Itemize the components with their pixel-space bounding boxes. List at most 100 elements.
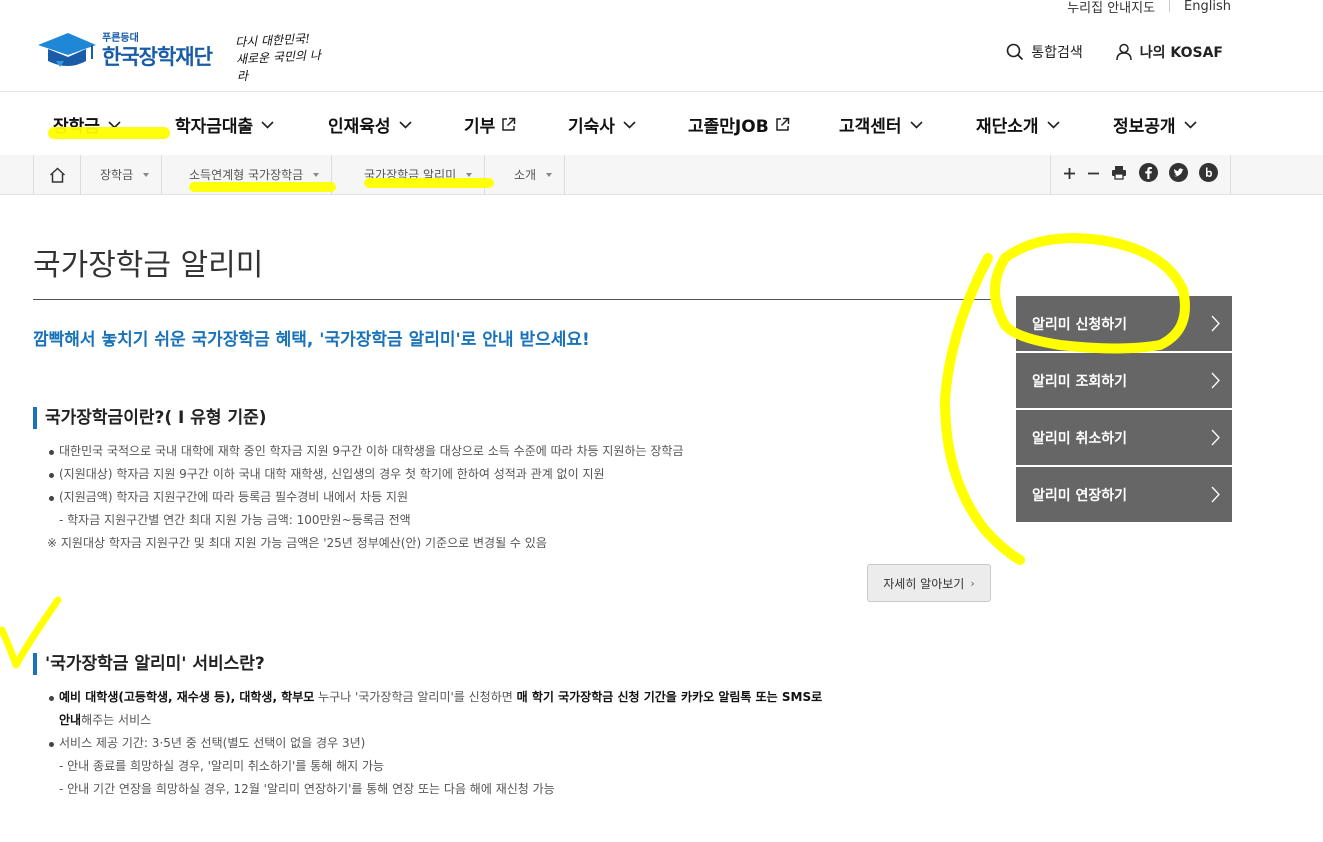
chevron-down-icon [261,120,274,129]
chevron-down-icon [909,120,923,129]
gnb-customer-center[interactable]: 고객센터 [839,112,923,137]
chevron-right-icon [1211,429,1220,446]
section-heading-what-is: 국가장학금이란?( I 유형 기준) [33,407,267,429]
home-button[interactable] [33,155,81,194]
breadcrumb-item-scholarship[interactable]: 장학금 [100,155,163,194]
text: 해주는 서비스 [81,713,152,727]
gnb-donation[interactable]: 기부 [464,112,516,137]
home-icon [49,166,65,183]
main-navigation: 장학금 학자금대출 인재육성 기부 기숙사 고졸만JOB 고객센터 재단소개 정… [0,91,1323,156]
list-subitem: - 안내 기간 연장을 희망하실 경우, 12월 '알리미 연장하기'를 통해 … [59,782,555,796]
caret-down-icon [143,172,150,177]
bold-text: 예비 대학생(고등학생, 재수생 등), 대학생, 학부모 [59,690,315,704]
chevron-down-icon [1046,120,1060,129]
facebook-icon [1138,163,1158,182]
highlight-mark [189,182,336,192]
alimi-extend-button[interactable]: 알리미 연장하기 [1016,467,1232,522]
alimi-inquiry-button[interactable]: 알리미 조회하기 [1016,353,1232,408]
crumb-label: 소득연계형 국가장학금 [189,168,304,182]
logo-main: 한국장학재단 [102,45,213,69]
chevron-right-icon [1211,486,1220,503]
slogan: 다시 대한민국! 새로운 국민의 나라 [235,30,333,86]
my-kosaf-button[interactable]: 나의 KOSAF [1115,42,1223,62]
section1-list: 대한민국 국적으로 국내 대학에 재학 중인 학자금 지원 9구간 이하 대학생… [47,440,684,555]
button-label: 알리미 조회하기 [1032,373,1128,390]
gnb-label: 기부 [464,117,496,137]
gnb-label: 재단소개 [976,117,1039,137]
chevron-right-icon: › [970,576,975,590]
list-subitem: - 학자금 지원구간별 연간 최대 지원 가능 금액: 100만원~등록금 전액 [59,513,411,527]
user-icon [1116,43,1132,61]
chevron-down-icon [398,120,412,129]
caret-down-icon [546,172,553,177]
chevron-right-icon [1211,372,1220,389]
twitter-share-button[interactable] [1168,163,1188,186]
zoom-out-button[interactable] [1087,165,1100,184]
gnb-dormitory[interactable]: 기숙사 [568,112,636,137]
graduation-cap-icon [38,33,96,67]
site-header: 푸른등대 한국장학재단 다시 대한민국! 새로운 국민의 나라 통합검색 나의 … [0,16,1323,91]
blog-icon [1199,163,1219,182]
list-item: 대한민국 국적으로 국내 대학에 재학 중인 학자금 지원 9구간 이하 대학생… [47,440,684,463]
crumb-label: 소개 [514,168,537,182]
logo-sub: 푸른등대 [102,33,139,44]
print-icon [1112,166,1127,180]
search-icon [1006,43,1024,61]
plus-icon [1063,168,1075,179]
learn-more-label: 자세히 알아보기 [883,576,965,591]
external-link-icon [775,117,789,131]
chevron-down-icon [1183,120,1197,129]
learn-more-button[interactable]: 자세히 알아보기 › [867,564,991,602]
gnb-talent[interactable]: 인재육성 [328,112,412,137]
site-logo[interactable]: 푸른등대 한국장학재단 [36,31,213,71]
utility-links: 누리집 안내지도 English [1067,0,1231,16]
blog-share-button[interactable] [1199,163,1219,186]
breadcrumb-item-intro[interactable]: 소개 [514,155,566,194]
gnb-label: 기숙사 [568,117,615,137]
alimi-apply-button[interactable]: 알리미 신청하기 [1016,296,1232,351]
print-button[interactable] [1111,165,1127,184]
caret-down-icon [313,172,320,177]
search-label: 통합검색 [1031,45,1083,61]
zoom-in-button[interactable] [1063,165,1076,184]
unified-search-button[interactable]: 통합검색 [1006,42,1083,62]
list-note: ※ 지원대상 학자금 지원구간 및 최대 지원 가능 금액은 '25년 정부예산… [47,536,547,550]
list-item: 예비 대학생(고등학생, 재수생 등), 대학생, 학부모 누구나 '국가장학금… [47,686,822,709]
my-kosaf-label: 나의 KOSAF [1139,45,1223,61]
minus-icon [1087,172,1099,175]
caret-down-icon [466,172,473,177]
gnb-about[interactable]: 재단소개 [976,112,1060,137]
slogan-line-2: 새로운 국민의 나라 [235,48,322,84]
breadcrumb-item-alimi[interactable]: 국가장학금 알리미 [364,155,486,194]
button-label: 알리미 연장하기 [1032,487,1128,504]
lead-text: 깜빡해서 놓치기 쉬운 국가장학금 혜택, '국가장학금 알리미'로 안내 받으… [33,330,590,350]
list-item-continued: 안내해주는 서비스 [47,709,822,732]
chevron-right-icon [1211,315,1220,332]
list-item: 서비스 제공 기간: 3·5년 중 선택(별도 선택이 없을 경우 3년) [47,732,822,755]
facebook-share-button[interactable] [1138,163,1158,186]
highlight-mark [48,127,170,139]
crumb-label: 장학금 [100,168,134,182]
gnb-student-loan[interactable]: 학자금대출 [175,112,274,137]
header-utilities: 통합검색 나의 KOSAF [974,42,1223,62]
alimi-side-menu: 알리미 신청하기 알리미 조회하기 알리미 취소하기 알리미 연장하기 [1016,296,1232,524]
english-link[interactable]: English [1184,0,1231,14]
alimi-cancel-button[interactable]: 알리미 취소하기 [1016,410,1232,465]
text: 누구나 '국가장학금 알리미'를 신청하면 [314,690,517,704]
gnb-label: 학자금대출 [175,117,254,137]
list-item: (지원대상) 학자금 지원 9구간 이하 국내 대학 재학생, 신입생의 경우 … [47,463,684,486]
gnb-disclosure[interactable]: 정보공개 [1113,112,1197,137]
highlight-mark [364,178,494,188]
section2-list: 예비 대학생(고등학생, 재수생 등), 대학생, 학부모 누구나 '국가장학금… [47,686,822,801]
gnb-label: 고객센터 [839,117,902,137]
button-label: 알리미 취소하기 [1032,430,1128,447]
sitemap-link[interactable]: 누리집 안내지도 [1067,0,1155,16]
list-subitem: - 안내 종료를 희망하실 경우, '알리미 취소하기'를 통해 해지 가능 [59,759,385,773]
bold-text: 안내 [59,713,82,727]
page-tools [1050,155,1231,194]
section-heading-service: '국가장학금 알리미' 서비스란? [33,653,265,675]
divider [1169,0,1171,12]
gnb-job[interactable]: 고졸만JOB [688,112,790,137]
gnb-label: 고졸만JOB [688,117,769,137]
chevron-down-icon [623,120,636,129]
